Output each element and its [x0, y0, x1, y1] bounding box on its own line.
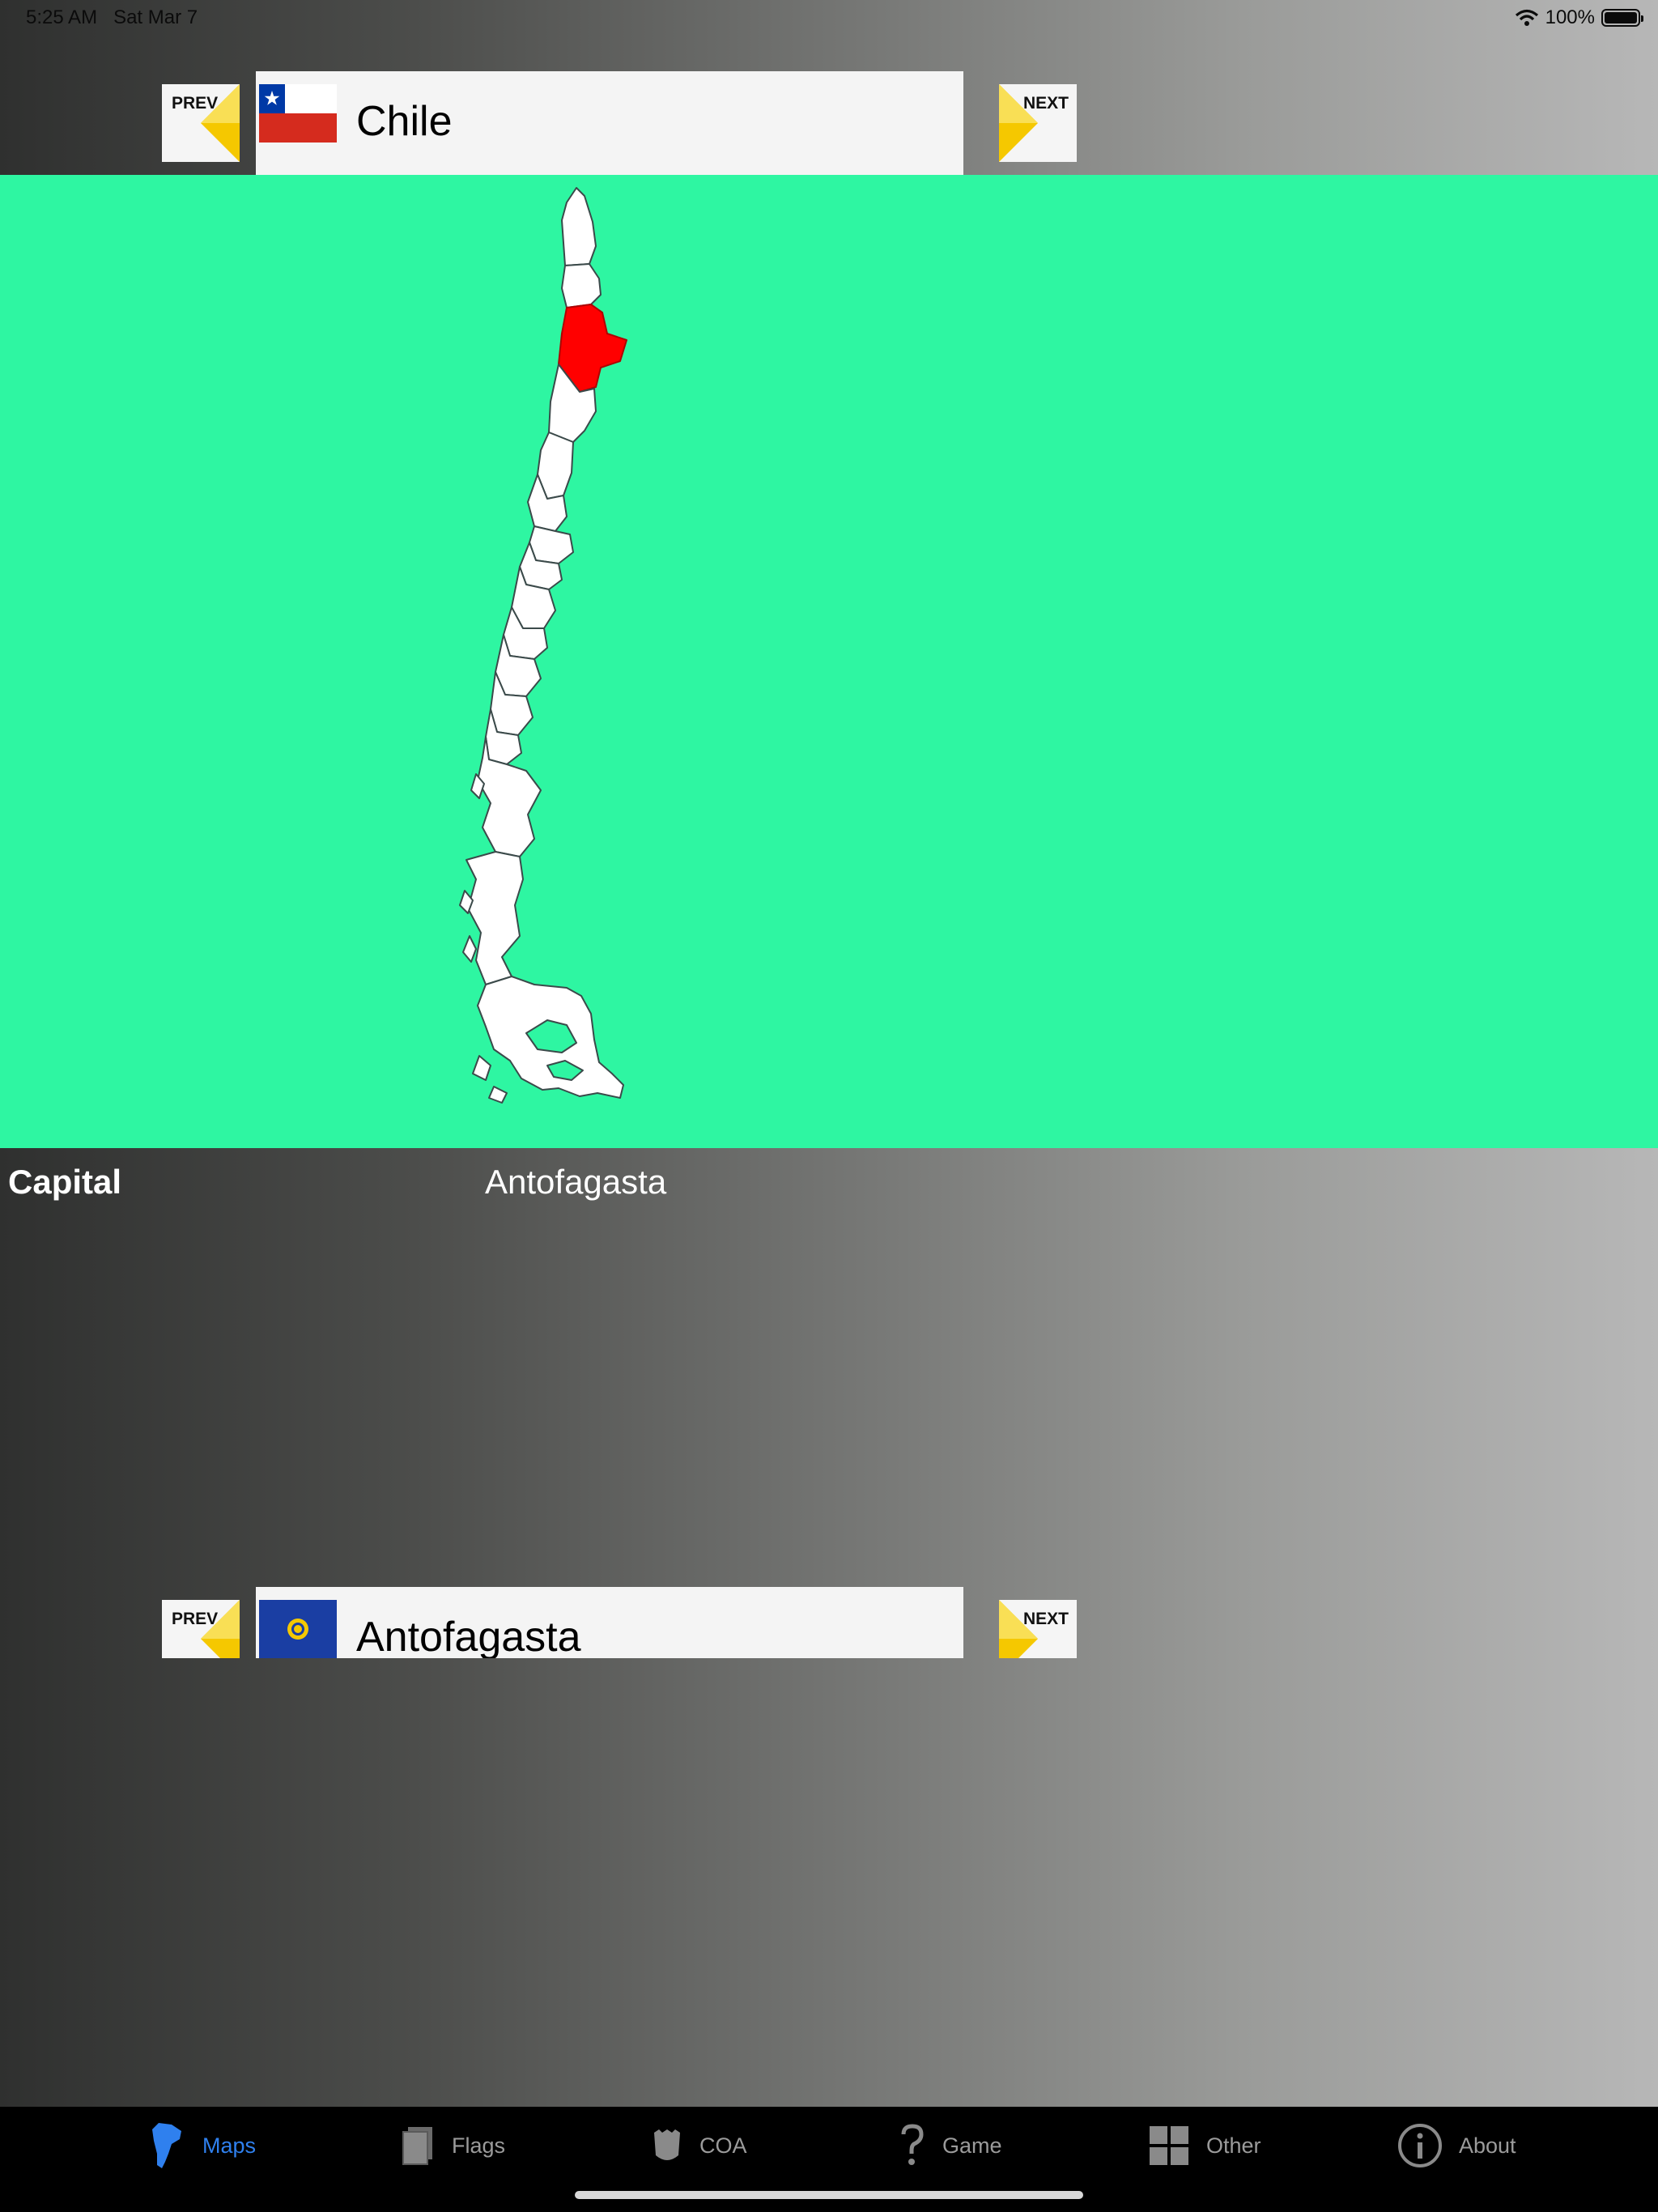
chile-regions-map — [459, 187, 627, 1104]
tab-game[interactable]: Game — [899, 2107, 1002, 2184]
grid-icon — [1150, 2126, 1188, 2165]
next-country-button[interactable]: NEXT — [999, 84, 1077, 162]
tab-flags-label: Flags — [452, 2133, 506, 2158]
capital-value: Antofagasta — [485, 1163, 667, 1201]
antofagasta-flag-icon — [259, 1600, 337, 1658]
region-metropolitana — [529, 525, 574, 564]
country-name: Chile — [356, 98, 453, 145]
prev-region-button[interactable]: PREV — [162, 1600, 240, 1658]
tab-maps[interactable]: Maps — [151, 2107, 256, 2184]
region-title-bar: Antofagasta — [256, 1587, 963, 1658]
status-time: 5:25 AM — [26, 6, 98, 28]
region-tarapaca — [561, 263, 602, 308]
battery-icon — [1601, 9, 1643, 27]
prev-label: PREV — [172, 1610, 219, 1628]
region-arica — [561, 187, 597, 266]
capital-label: Capital — [8, 1163, 122, 1201]
tab-game-label: Game — [942, 2133, 1002, 2158]
info-icon — [1398, 2124, 1442, 2167]
tab-maps-label: Maps — [202, 2133, 257, 2158]
region-name: Antofagasta — [356, 1614, 581, 1658]
battery-percent: 100% — [1545, 6, 1595, 28]
tab-about-label: About — [1459, 2133, 1516, 2158]
status-date: Sat Mar 7 — [113, 6, 198, 28]
home-indicator — [575, 2191, 1083, 2199]
flags-icon — [402, 2127, 432, 2165]
tab-coa-label: COA — [699, 2133, 747, 2158]
status-bar: 5:25 AM Sat Mar 7 — [26, 6, 198, 29]
wifi-icon — [1515, 9, 1538, 26]
tab-flags[interactable]: Flags — [400, 2107, 505, 2184]
tab-about[interactable]: About — [1397, 2107, 1516, 2184]
prev-country-button[interactable]: PREV — [162, 84, 240, 162]
shield-icon — [654, 2129, 680, 2160]
tab-other[interactable]: Other — [1148, 2107, 1261, 2184]
chile-flag-icon — [259, 84, 337, 143]
tab-other-label: Other — [1206, 2133, 1261, 2158]
map-area[interactable] — [0, 175, 1658, 1148]
prev-arrow-icon — [201, 1600, 240, 1658]
prev-label: PREV — [172, 94, 219, 113]
next-arrow-icon — [999, 1600, 1038, 1658]
map-icon — [152, 2123, 181, 2168]
next-label: NEXT — [1022, 1610, 1069, 1628]
next-region-button[interactable]: NEXT — [999, 1600, 1077, 1658]
next-label: NEXT — [1022, 94, 1069, 113]
region-aysen — [466, 851, 524, 985]
tab-coa[interactable]: COA — [651, 2107, 747, 2184]
country-title-bar: Chile — [256, 71, 963, 175]
status-indicators: 100% — [1515, 6, 1643, 29]
question-icon — [901, 2124, 924, 2165]
